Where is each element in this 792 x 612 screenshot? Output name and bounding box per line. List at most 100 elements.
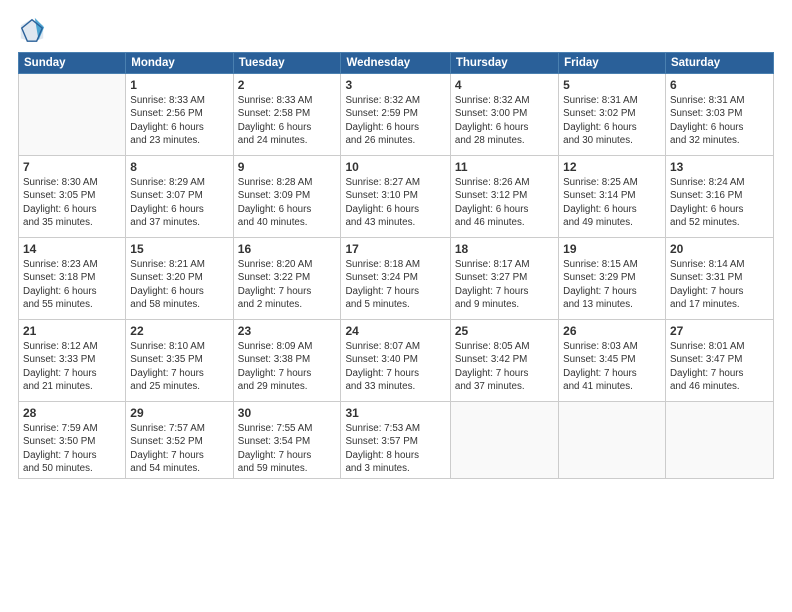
calendar-cell: 24Sunrise: 8:07 AM Sunset: 3:40 PM Dayli… [341, 320, 450, 402]
day-number: 31 [345, 405, 445, 421]
calendar-cell: 14Sunrise: 8:23 AM Sunset: 3:18 PM Dayli… [19, 238, 126, 320]
calendar-cell: 15Sunrise: 8:21 AM Sunset: 3:20 PM Dayli… [126, 238, 233, 320]
day-info: Sunrise: 8:29 AM Sunset: 3:07 PM Dayligh… [130, 176, 228, 229]
day-info: Sunrise: 8:17 AM Sunset: 3:27 PM Dayligh… [455, 258, 554, 311]
calendar-cell [665, 402, 773, 479]
logo [18, 16, 49, 44]
day-info: Sunrise: 8:01 AM Sunset: 3:47 PM Dayligh… [670, 340, 769, 393]
day-info: Sunrise: 8:18 AM Sunset: 3:24 PM Dayligh… [345, 258, 445, 311]
calendar-cell [19, 74, 126, 156]
day-number: 30 [238, 405, 337, 421]
day-number: 24 [345, 323, 445, 339]
header [18, 16, 774, 44]
week-row-0: 1Sunrise: 8:33 AM Sunset: 2:56 PM Daylig… [19, 74, 774, 156]
day-info: Sunrise: 8:26 AM Sunset: 3:12 PM Dayligh… [455, 176, 554, 229]
calendar-cell: 13Sunrise: 8:24 AM Sunset: 3:16 PM Dayli… [665, 156, 773, 238]
calendar-cell: 31Sunrise: 7:53 AM Sunset: 3:57 PM Dayli… [341, 402, 450, 479]
day-number: 16 [238, 241, 337, 257]
calendar-body: 1Sunrise: 8:33 AM Sunset: 2:56 PM Daylig… [19, 74, 774, 479]
day-number: 7 [23, 159, 121, 175]
day-number: 2 [238, 77, 337, 93]
day-info: Sunrise: 8:28 AM Sunset: 3:09 PM Dayligh… [238, 176, 337, 229]
day-number: 5 [563, 77, 661, 93]
weekday-header-saturday: Saturday [665, 53, 773, 74]
day-info: Sunrise: 7:55 AM Sunset: 3:54 PM Dayligh… [238, 422, 337, 475]
day-number: 22 [130, 323, 228, 339]
weekday-header-sunday: Sunday [19, 53, 126, 74]
day-info: Sunrise: 8:24 AM Sunset: 3:16 PM Dayligh… [670, 176, 769, 229]
day-info: Sunrise: 8:33 AM Sunset: 2:58 PM Dayligh… [238, 94, 337, 147]
day-number: 6 [670, 77, 769, 93]
day-info: Sunrise: 7:53 AM Sunset: 3:57 PM Dayligh… [345, 422, 445, 475]
day-number: 10 [345, 159, 445, 175]
calendar-cell: 11Sunrise: 8:26 AM Sunset: 3:12 PM Dayli… [450, 156, 558, 238]
day-number: 11 [455, 159, 554, 175]
logo-icon [18, 16, 46, 44]
day-number: 27 [670, 323, 769, 339]
calendar-cell: 26Sunrise: 8:03 AM Sunset: 3:45 PM Dayli… [559, 320, 666, 402]
week-row-1: 7Sunrise: 8:30 AM Sunset: 3:05 PM Daylig… [19, 156, 774, 238]
calendar-cell: 2Sunrise: 8:33 AM Sunset: 2:58 PM Daylig… [233, 74, 341, 156]
day-number: 8 [130, 159, 228, 175]
calendar-cell: 22Sunrise: 8:10 AM Sunset: 3:35 PM Dayli… [126, 320, 233, 402]
day-number: 1 [130, 77, 228, 93]
day-number: 15 [130, 241, 228, 257]
weekday-header-tuesday: Tuesday [233, 53, 341, 74]
calendar-cell: 27Sunrise: 8:01 AM Sunset: 3:47 PM Dayli… [665, 320, 773, 402]
day-number: 23 [238, 323, 337, 339]
week-row-3: 21Sunrise: 8:12 AM Sunset: 3:33 PM Dayli… [19, 320, 774, 402]
day-info: Sunrise: 8:21 AM Sunset: 3:20 PM Dayligh… [130, 258, 228, 311]
day-number: 13 [670, 159, 769, 175]
day-number: 28 [23, 405, 121, 421]
day-info: Sunrise: 8:25 AM Sunset: 3:14 PM Dayligh… [563, 176, 661, 229]
calendar-cell: 23Sunrise: 8:09 AM Sunset: 3:38 PM Dayli… [233, 320, 341, 402]
week-row-4: 28Sunrise: 7:59 AM Sunset: 3:50 PM Dayli… [19, 402, 774, 479]
calendar-cell: 30Sunrise: 7:55 AM Sunset: 3:54 PM Dayli… [233, 402, 341, 479]
calendar-cell: 19Sunrise: 8:15 AM Sunset: 3:29 PM Dayli… [559, 238, 666, 320]
day-info: Sunrise: 8:03 AM Sunset: 3:45 PM Dayligh… [563, 340, 661, 393]
day-number: 4 [455, 77, 554, 93]
day-info: Sunrise: 8:15 AM Sunset: 3:29 PM Dayligh… [563, 258, 661, 311]
calendar-cell: 29Sunrise: 7:57 AM Sunset: 3:52 PM Dayli… [126, 402, 233, 479]
calendar-cell: 6Sunrise: 8:31 AM Sunset: 3:03 PM Daylig… [665, 74, 773, 156]
day-info: Sunrise: 8:27 AM Sunset: 3:10 PM Dayligh… [345, 176, 445, 229]
day-info: Sunrise: 8:12 AM Sunset: 3:33 PM Dayligh… [23, 340, 121, 393]
day-info: Sunrise: 8:31 AM Sunset: 3:03 PM Dayligh… [670, 94, 769, 147]
day-info: Sunrise: 8:09 AM Sunset: 3:38 PM Dayligh… [238, 340, 337, 393]
calendar-cell: 16Sunrise: 8:20 AM Sunset: 3:22 PM Dayli… [233, 238, 341, 320]
weekday-header-row: SundayMondayTuesdayWednesdayThursdayFrid… [19, 53, 774, 74]
day-number: 20 [670, 241, 769, 257]
day-info: Sunrise: 8:07 AM Sunset: 3:40 PM Dayligh… [345, 340, 445, 393]
day-number: 17 [345, 241, 445, 257]
calendar-cell: 4Sunrise: 8:32 AM Sunset: 3:00 PM Daylig… [450, 74, 558, 156]
calendar-cell: 25Sunrise: 8:05 AM Sunset: 3:42 PM Dayli… [450, 320, 558, 402]
weekday-header-thursday: Thursday [450, 53, 558, 74]
calendar-cell: 9Sunrise: 8:28 AM Sunset: 3:09 PM Daylig… [233, 156, 341, 238]
calendar-cell: 21Sunrise: 8:12 AM Sunset: 3:33 PM Dayli… [19, 320, 126, 402]
day-number: 3 [345, 77, 445, 93]
calendar-cell: 18Sunrise: 8:17 AM Sunset: 3:27 PM Dayli… [450, 238, 558, 320]
day-info: Sunrise: 8:30 AM Sunset: 3:05 PM Dayligh… [23, 176, 121, 229]
page: SundayMondayTuesdayWednesdayThursdayFrid… [0, 0, 792, 612]
calendar-cell: 20Sunrise: 8:14 AM Sunset: 3:31 PM Dayli… [665, 238, 773, 320]
day-number: 19 [563, 241, 661, 257]
day-number: 14 [23, 241, 121, 257]
calendar-cell: 10Sunrise: 8:27 AM Sunset: 3:10 PM Dayli… [341, 156, 450, 238]
calendar-cell: 7Sunrise: 8:30 AM Sunset: 3:05 PM Daylig… [19, 156, 126, 238]
day-info: Sunrise: 8:23 AM Sunset: 3:18 PM Dayligh… [23, 258, 121, 311]
weekday-header-friday: Friday [559, 53, 666, 74]
calendar-cell: 17Sunrise: 8:18 AM Sunset: 3:24 PM Dayli… [341, 238, 450, 320]
week-row-2: 14Sunrise: 8:23 AM Sunset: 3:18 PM Dayli… [19, 238, 774, 320]
day-info: Sunrise: 8:32 AM Sunset: 3:00 PM Dayligh… [455, 94, 554, 147]
calendar-cell: 3Sunrise: 8:32 AM Sunset: 2:59 PM Daylig… [341, 74, 450, 156]
day-info: Sunrise: 7:59 AM Sunset: 3:50 PM Dayligh… [23, 422, 121, 475]
day-number: 25 [455, 323, 554, 339]
day-number: 9 [238, 159, 337, 175]
day-info: Sunrise: 8:20 AM Sunset: 3:22 PM Dayligh… [238, 258, 337, 311]
day-number: 26 [563, 323, 661, 339]
day-info: Sunrise: 8:14 AM Sunset: 3:31 PM Dayligh… [670, 258, 769, 311]
day-number: 18 [455, 241, 554, 257]
calendar-cell: 28Sunrise: 7:59 AM Sunset: 3:50 PM Dayli… [19, 402, 126, 479]
day-info: Sunrise: 8:33 AM Sunset: 2:56 PM Dayligh… [130, 94, 228, 147]
day-number: 12 [563, 159, 661, 175]
